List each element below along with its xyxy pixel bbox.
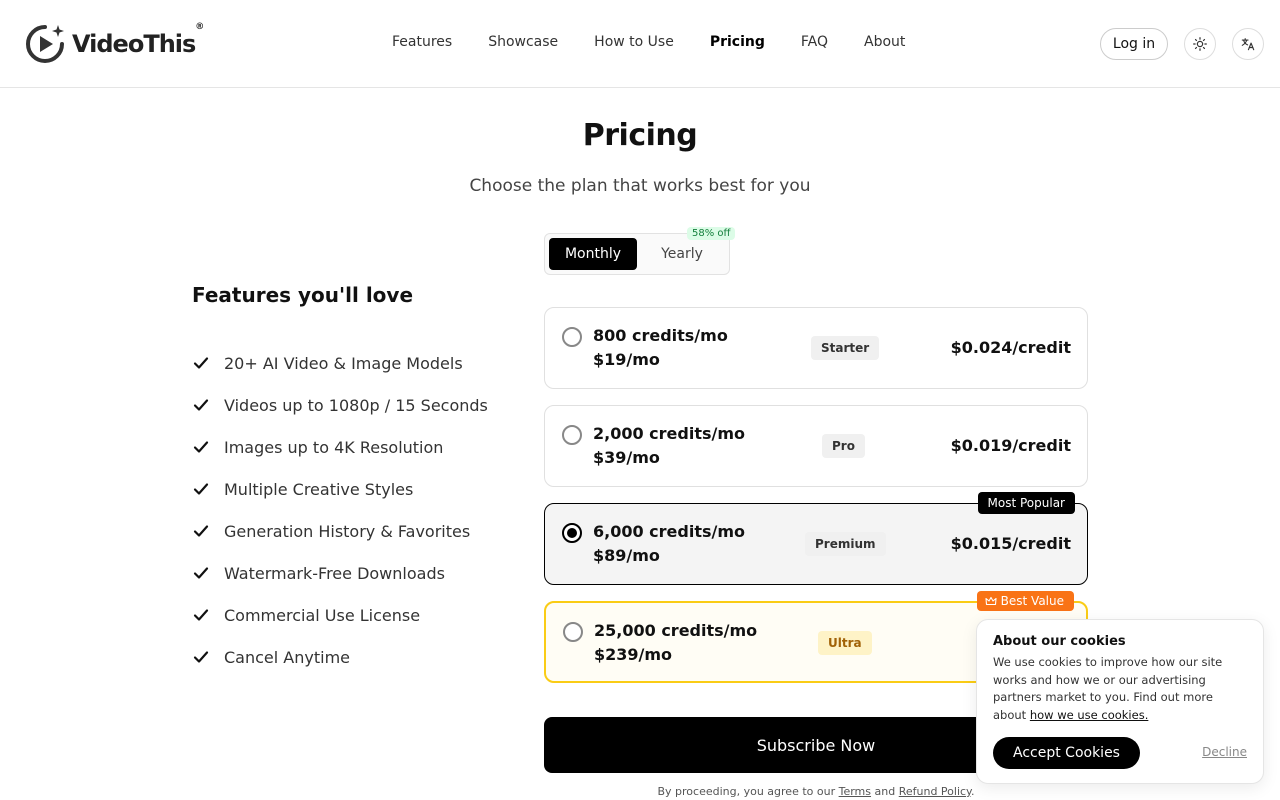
best-value-label: Best Value	[1000, 594, 1064, 608]
check-icon	[193, 399, 209, 411]
plan-price: $19/mo	[593, 350, 660, 369]
plan-radio[interactable]	[563, 622, 583, 642]
cookie-text: We use cookies to improve how our site w…	[993, 654, 1249, 724]
feature-label: Commercial Use License	[224, 605, 421, 625]
nav-item-features[interactable]: Features	[374, 32, 470, 52]
check-icon	[193, 483, 209, 495]
feature-label: Videos up to 1080p / 15 Seconds	[224, 395, 488, 415]
nav-item-showcase[interactable]: Showcase	[470, 32, 576, 52]
brand-name: VideoThis®	[72, 22, 204, 58]
plan-radio[interactable]	[562, 327, 582, 347]
translate-icon	[1241, 38, 1255, 51]
nav-item-about[interactable]: About	[846, 32, 923, 52]
per-credit-price: $0.015/credit	[950, 534, 1071, 553]
tier-badge: Pro	[822, 434, 865, 458]
feature-item: Images up to 4K Resolution	[192, 426, 488, 468]
check-icon	[193, 567, 209, 579]
billing-toggle: Monthly Yearly 58% off	[544, 227, 736, 275]
tier-badge: Starter	[811, 336, 880, 360]
accept-cookies-button[interactable]: Accept Cookies	[993, 737, 1140, 769]
cookie-policy-link[interactable]: how we use cookies.	[1030, 708, 1149, 722]
plan-price: $89/mo	[593, 546, 660, 565]
plan-radio-selected[interactable]	[562, 523, 582, 543]
brand-logo[interactable]: VideoThis®	[24, 22, 204, 66]
per-credit-price: $0.024/credit	[950, 338, 1071, 357]
site-header: VideoThis® Features Showcase How to Use …	[0, 0, 1280, 88]
check-icon	[193, 609, 209, 621]
plan-credits: 25,000 credits/mo	[594, 621, 758, 640]
best-value-flag: Best Value	[976, 591, 1074, 611]
nav-item-how-to-use[interactable]: How to Use	[576, 32, 692, 52]
check-icon	[193, 651, 209, 663]
refund-policy-link[interactable]: Refund Policy	[899, 785, 971, 798]
monthly-toggle-option[interactable]: Monthly	[549, 238, 637, 270]
cookie-banner: About our cookies We use cookies to impr…	[976, 619, 1264, 784]
page-title: Pricing	[582, 118, 698, 153]
nav-item-faq[interactable]: FAQ	[783, 32, 846, 52]
tier-badge: Premium	[805, 532, 886, 556]
plan-radio[interactable]	[562, 425, 582, 445]
check-icon	[193, 525, 209, 537]
feature-label: Multiple Creative Styles	[224, 479, 414, 499]
login-button[interactable]: Log in	[1100, 28, 1168, 60]
cookie-title: About our cookies	[993, 634, 1126, 649]
terms-link[interactable]: Terms	[839, 785, 871, 798]
decline-cookies-button[interactable]: Decline	[1202, 745, 1247, 759]
feature-label: Cancel Anytime	[224, 647, 350, 667]
check-icon	[193, 357, 209, 369]
plan-card-starter[interactable]: 800 credits/mo $19/mo Starter $0.024/cre…	[544, 307, 1088, 389]
most-popular-flag: Most Popular	[977, 492, 1075, 514]
sun-icon	[1193, 37, 1207, 51]
feature-label: Watermark-Free Downloads	[224, 563, 445, 583]
main-nav: Features Showcase How to Use Pricing FAQ…	[374, 32, 923, 52]
nav-item-pricing[interactable]: Pricing	[692, 32, 783, 52]
language-button[interactable]	[1232, 28, 1264, 60]
feature-item: Watermark-Free Downloads	[192, 552, 488, 594]
check-icon	[193, 441, 209, 453]
play-logo-icon	[26, 25, 64, 63]
legal-prefix: By proceeding, you agree to our	[657, 785, 836, 798]
plan-credits: 800 credits/mo	[593, 326, 728, 345]
plan-credits: 6,000 credits/mo	[593, 522, 746, 541]
crown-icon	[985, 596, 997, 606]
feature-item: Cancel Anytime	[192, 636, 488, 678]
yearly-discount-badge: 58% off	[687, 227, 736, 240]
plan-card-premium[interactable]: 6,000 credits/mo $89/mo Premium $0.015/c…	[544, 492, 1088, 585]
theme-toggle-button[interactable]	[1184, 28, 1216, 60]
features-title: Features you'll love	[192, 283, 414, 307]
feature-label: Images up to 4K Resolution	[224, 437, 444, 457]
tier-badge: Ultra	[818, 631, 872, 655]
feature-item: Generation History & Favorites	[192, 510, 488, 552]
feature-label: 20+ AI Video & Image Models	[224, 353, 463, 373]
plan-price: $39/mo	[593, 448, 660, 467]
legal-and: and	[874, 785, 896, 798]
feature-list: 20+ AI Video & Image Models Videos up to…	[192, 342, 488, 678]
page-subtitle: Choose the plan that works best for you	[469, 176, 811, 196]
feature-label: Generation History & Favorites	[224, 521, 471, 541]
yearly-toggle-option[interactable]: Yearly	[645, 238, 719, 270]
feature-item: Videos up to 1080p / 15 Seconds	[192, 384, 488, 426]
plan-price: $239/mo	[594, 645, 673, 664]
per-credit-price: $0.019/credit	[950, 436, 1071, 455]
feature-item: 20+ AI Video & Image Models	[192, 342, 488, 384]
legal-suffix: .	[971, 785, 975, 798]
plan-credits: 2,000 credits/mo	[593, 424, 746, 443]
legal-notice: By proceeding, you agree to our Terms an…	[544, 785, 1088, 798]
plan-card-pro[interactable]: 2,000 credits/mo $39/mo Pro $0.019/credi…	[544, 405, 1088, 487]
feature-item: Commercial Use License	[192, 594, 488, 636]
feature-item: Multiple Creative Styles	[192, 468, 488, 510]
